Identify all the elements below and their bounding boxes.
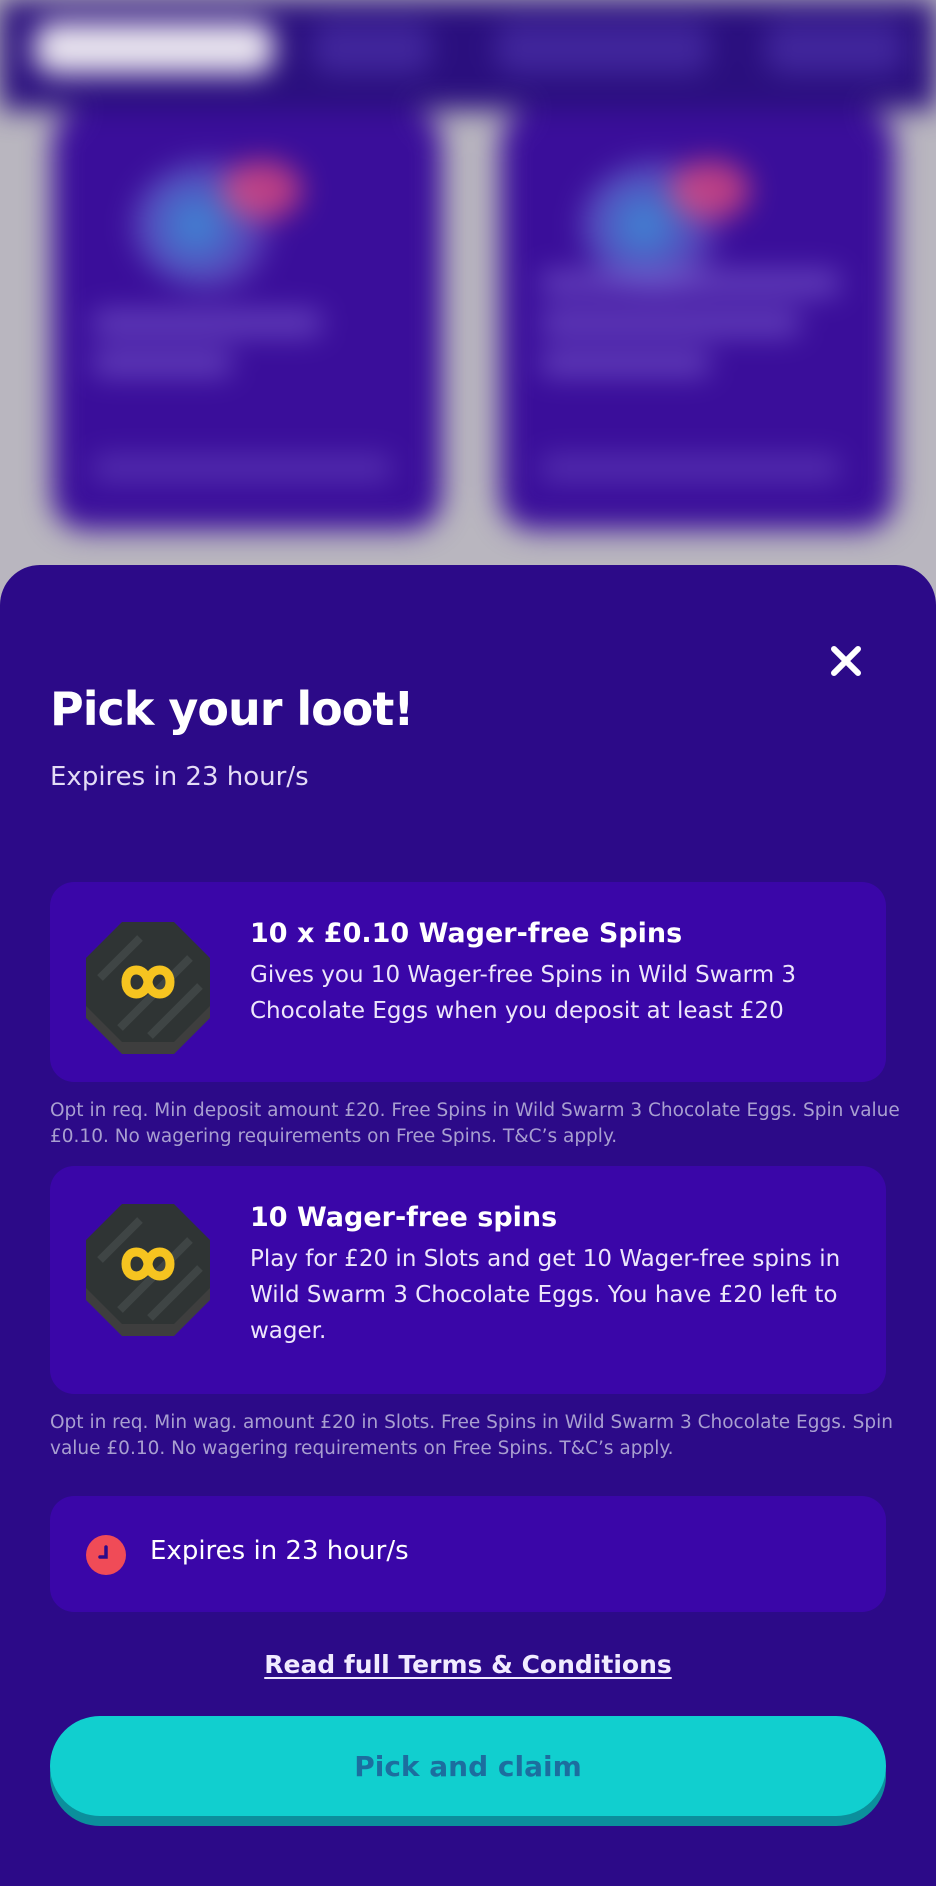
background-promo-card: [52, 110, 442, 530]
offer-disclaimer: Opt in req. Min wag. amount £20 in Slots…: [50, 1412, 893, 1459]
background-app-blurred: [0, 0, 936, 600]
sheet-title: Pick your loot!: [50, 682, 414, 736]
infinity-coin-icon: [86, 922, 210, 1054]
close-icon: [831, 646, 861, 676]
pick-and-claim-button[interactable]: Pick and claim: [50, 1716, 886, 1816]
terms-conditions-link[interactable]: Read full Terms & Conditions: [0, 1650, 936, 1679]
background-promo-card: [500, 110, 895, 530]
background-card-image: [132, 160, 302, 290]
infinity-coin-icon: [86, 1204, 210, 1336]
sheet-subtitle: Expires in 23 hour/s: [50, 762, 309, 792]
expiry-box: Expires in 23 hour/s: [50, 1496, 886, 1612]
background-nav-pill: [765, 22, 905, 74]
close-button[interactable]: [820, 635, 872, 687]
offer-description: Play for £20 in Slots and get 10 Wager-f…: [250, 1246, 841, 1344]
background-nav-pill: [312, 22, 432, 74]
offer-description: Gives you 10 Wager-free Spins in Wild Sw…: [250, 962, 797, 1024]
offer-card[interactable]: 10 x £0.10 Wager-free Spins Gives you 10…: [50, 882, 886, 1082]
offer-disclaimer: Opt in req. Min deposit amount £20. Free…: [50, 1100, 900, 1147]
offer-title: 10 Wager-free spins: [250, 1202, 558, 1233]
expiry-text: Expires in 23 hour/s: [150, 1536, 409, 1566]
offer-title: 10 x £0.10 Wager-free Spins: [250, 918, 683, 949]
clock-icon: [86, 1535, 126, 1575]
background-top-nav: [0, 0, 936, 110]
background-nav-pill-active: [34, 22, 274, 74]
offer-card[interactable]: 10 Wager-free spins Play for £20 in Slot…: [50, 1166, 886, 1394]
background-nav-pill: [495, 22, 710, 74]
